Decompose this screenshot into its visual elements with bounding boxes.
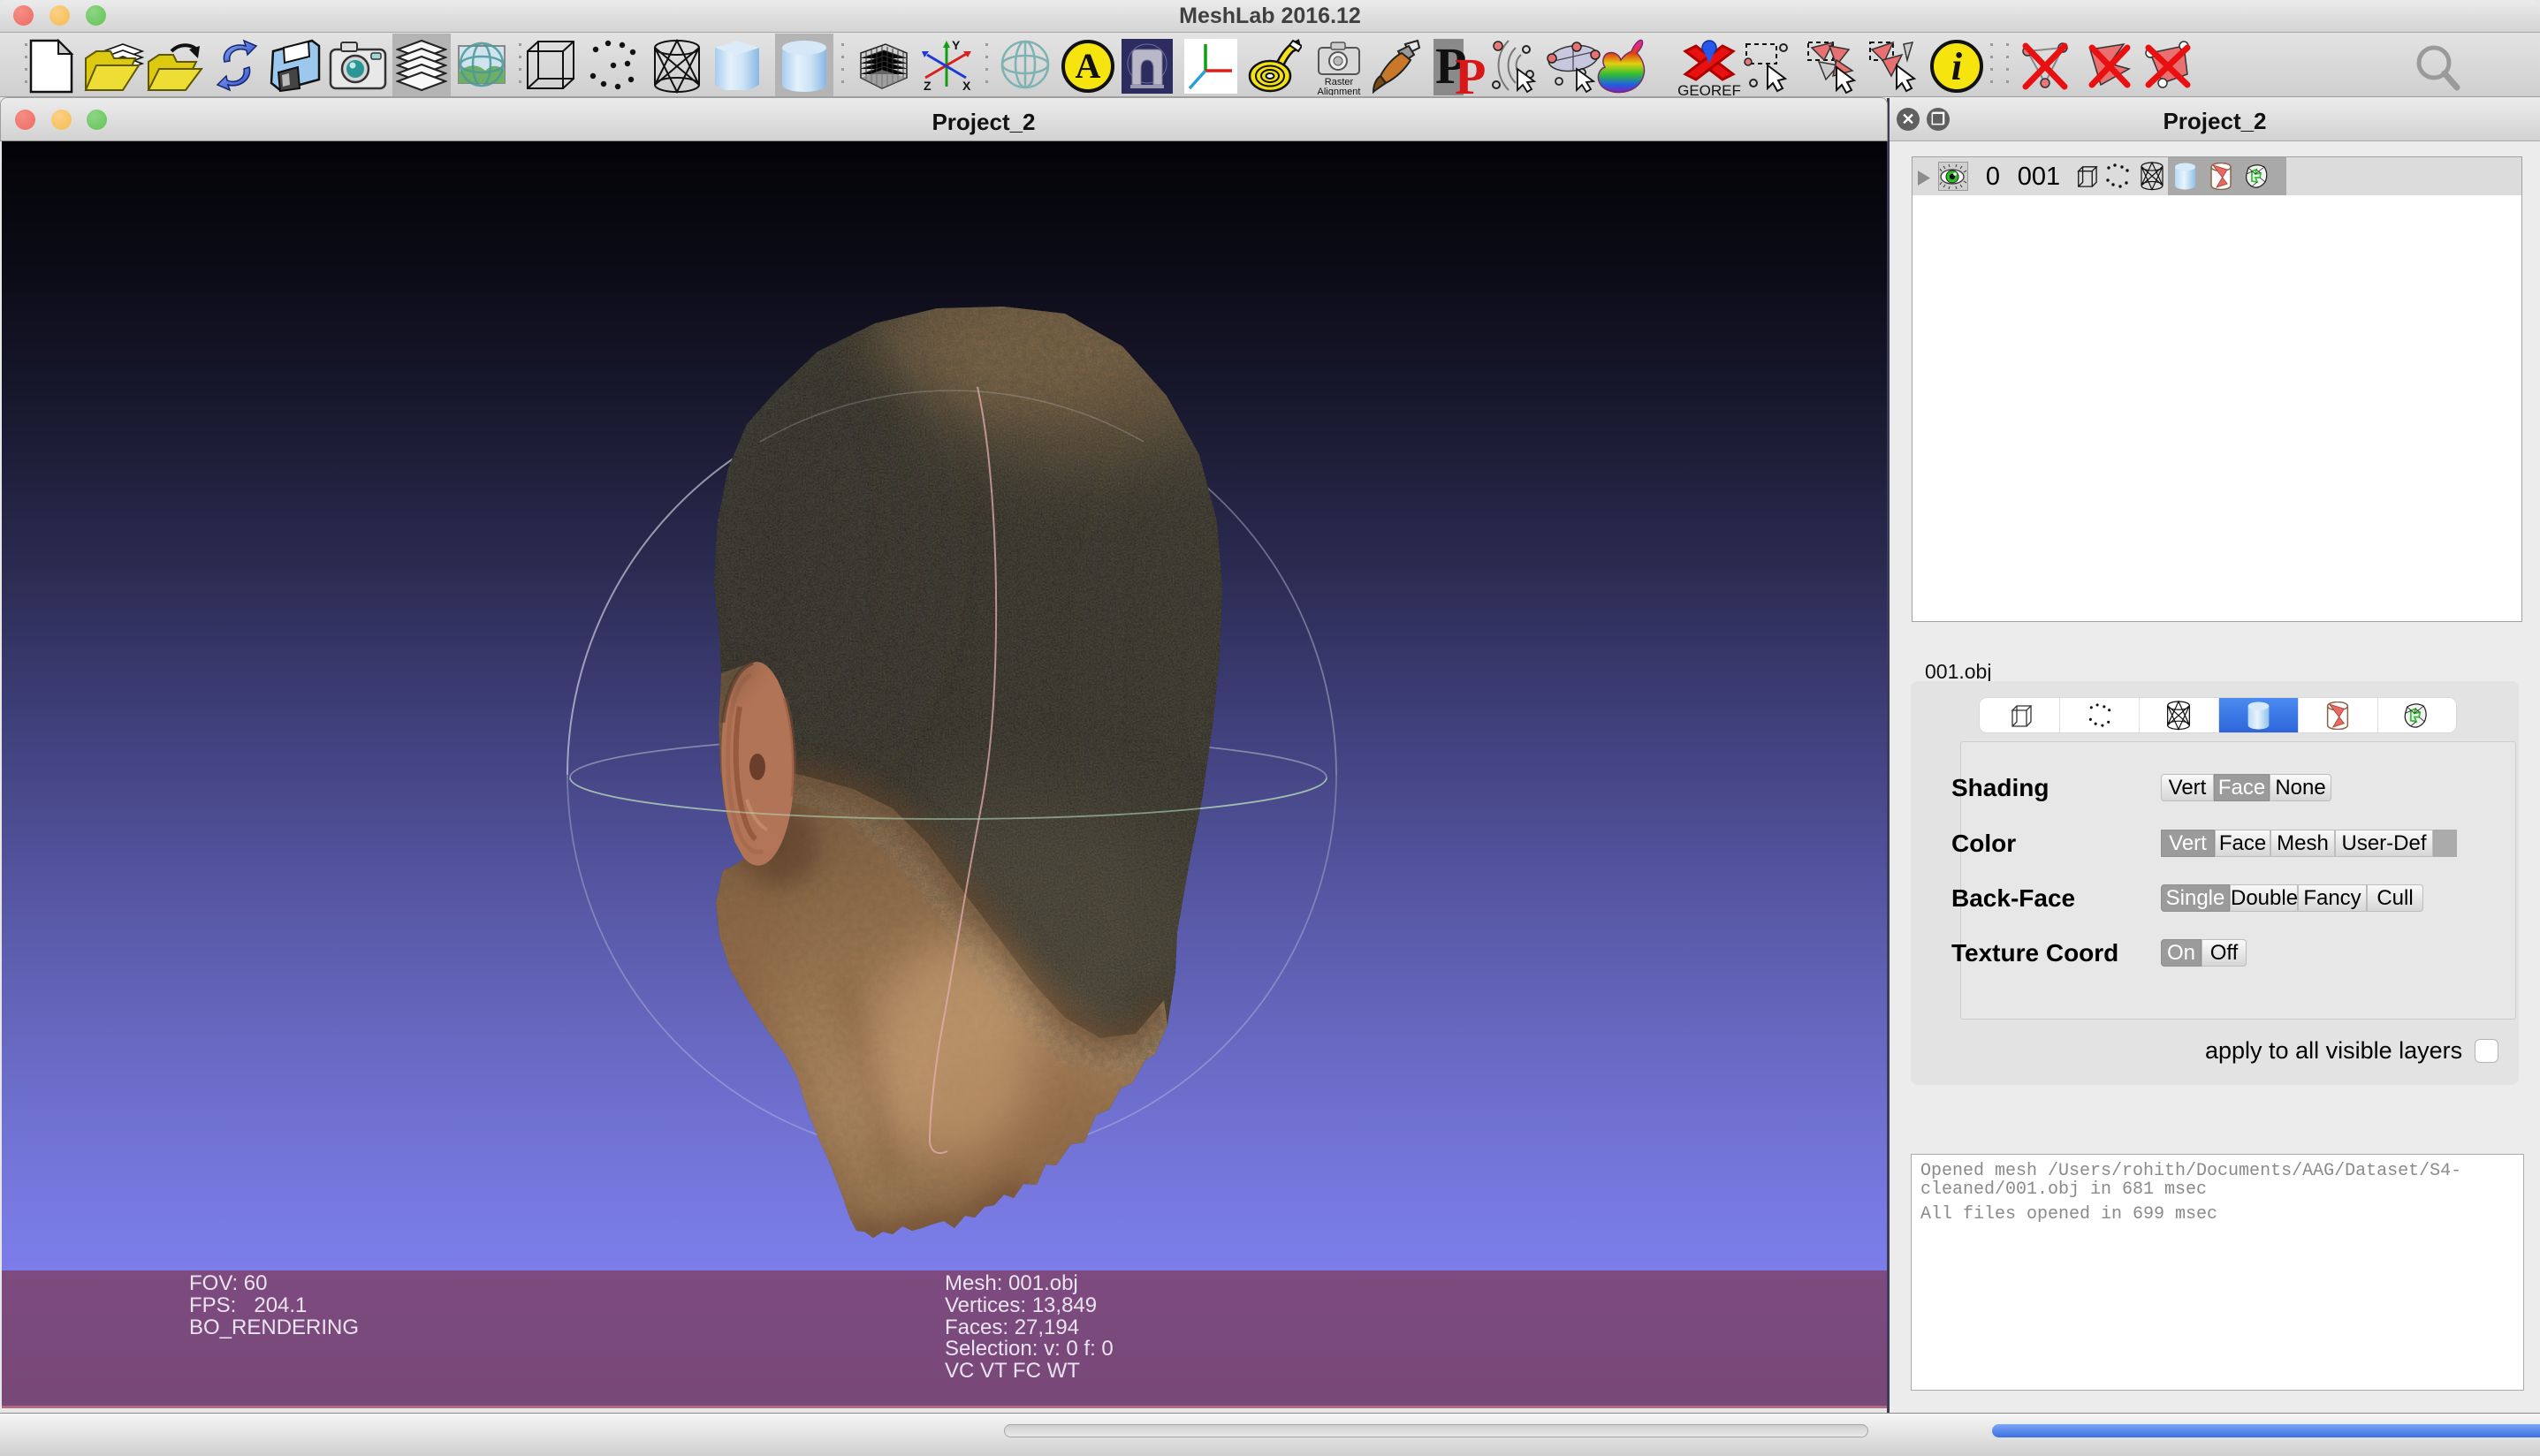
svg-text:Alignment: Alignment [1318,87,1361,95]
svg-text:Z: Z [924,79,932,93]
svg-text:GEOREF: GEOREF [1677,82,1741,97]
svg-text:i: i [1951,45,1963,88]
svg-text:P: P [1455,48,1486,95]
svg-text:X: X [962,79,971,93]
svg-text:Y: Y [952,39,961,52]
svg-text:A: A [1076,46,1101,86]
